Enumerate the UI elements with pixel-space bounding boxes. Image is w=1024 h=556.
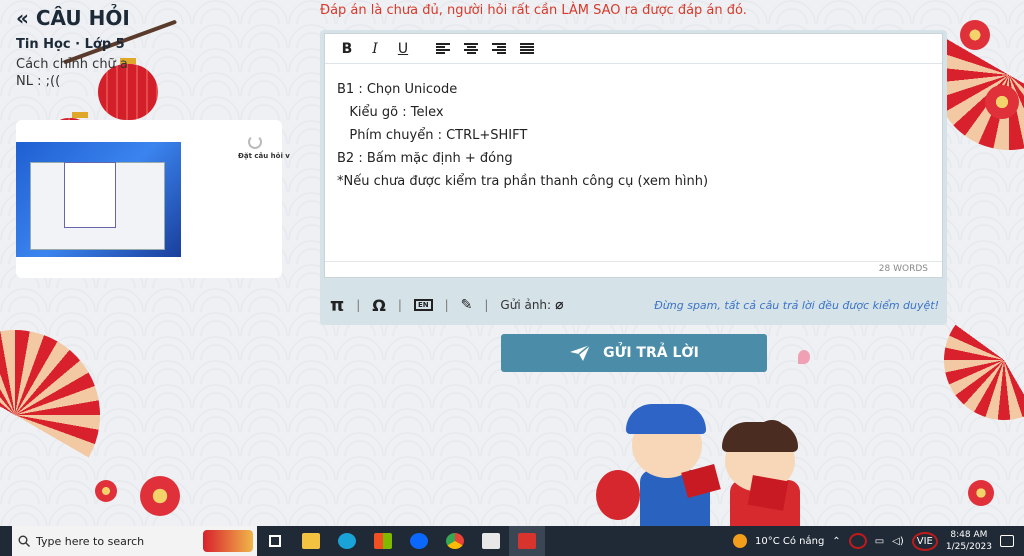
search-highlight-image [203, 530, 253, 552]
answer-notice: Đáp án là chưa đủ, người hỏi rất cần LÀM… [320, 3, 747, 18]
system-tray: 10°C Có nắng ⌃ ▭ ◁) VIE 8:48 AM 1/25/202… [732, 526, 1024, 556]
app-icon [482, 533, 500, 549]
send-image-label: Gửi ảnh: [500, 298, 552, 312]
weather-icon [732, 534, 747, 548]
store-icon [374, 533, 392, 549]
thumbnail-caption: Đặt câu hỏi v [238, 152, 290, 160]
date-label: 1/25/2023 [945, 542, 992, 552]
dropdown-list-image [64, 162, 116, 228]
screenshot-image [16, 142, 181, 257]
spam-note: Đừng spam, tất cả câu trả lời đều được k… [654, 298, 939, 312]
send-image-button[interactable]: Gửi ảnh: ⌀ [500, 297, 563, 313]
justify-button[interactable] [515, 37, 539, 61]
unikey-icon [518, 533, 536, 549]
time-label: 8:48 AM [950, 530, 988, 540]
flower-decoration [140, 476, 180, 516]
subject-label: Tin Học · Lớp 5 [16, 37, 125, 52]
flower-decoration [985, 85, 1019, 119]
paperclip-icon: ⌀ [555, 297, 564, 313]
justify-icon [520, 42, 534, 55]
unikey-tray-icon[interactable] [848, 533, 867, 549]
align-right-button[interactable] [487, 37, 511, 61]
italic-button[interactable]: I [363, 37, 387, 61]
notification-icon[interactable] [1000, 535, 1014, 547]
content-line: B1 : Chọn Unicode [337, 82, 458, 97]
align-center-icon [464, 42, 478, 55]
bold-button[interactable]: B [335, 37, 359, 61]
underline-button[interactable]: U [391, 37, 415, 61]
content-line: B2 : Bấm mặc định + đóng [337, 151, 513, 166]
flower-decoration [960, 20, 990, 50]
chrome-icon [446, 533, 464, 549]
editor-box: B I U B1 : Chọn Unicode Kiểu gõ : Telex … [324, 33, 943, 278]
question-line: NL : ;(( [16, 74, 61, 89]
taskbar-unikey[interactable] [509, 526, 545, 556]
taskbar-zalo[interactable] [401, 526, 437, 556]
submit-answer-button[interactable]: GỬI TRẢ LỜI [501, 334, 767, 372]
page-title[interactable]: « CÂU HỎI [16, 6, 130, 30]
loading-icon [248, 135, 262, 149]
draw-button[interactable]: ✎ [461, 297, 473, 313]
keyboard-icon: EN [413, 299, 433, 311]
attachment-thumbnail[interactable]: Đặt câu hỏi v [16, 120, 290, 278]
language-indicator[interactable]: VIE [911, 531, 938, 551]
question-text: Cách chỉnh chữ a NL : ;(( [16, 56, 128, 90]
flower-decoration [968, 480, 994, 506]
pi-symbol-button[interactable]: π [330, 295, 344, 316]
search-icon [18, 535, 30, 547]
question-line: Cách chỉnh chữ a [16, 57, 128, 72]
taskbar-app[interactable] [473, 526, 509, 556]
answer-text-area[interactable]: B1 : Chọn Unicode Kiểu gõ : Telex Phím c… [325, 64, 942, 207]
task-view-icon [269, 535, 281, 547]
start-button[interactable] [0, 526, 12, 556]
align-right-icon [492, 42, 506, 55]
keyboard-button[interactable]: EN [413, 299, 433, 311]
omega-symbol-button[interactable]: Ω [372, 296, 386, 315]
chevron-up-icon[interactable]: ⌃ [832, 536, 840, 547]
content-line: Phím chuyển : CTRL+SHIFT [337, 128, 528, 143]
taskbar-file-explorer[interactable] [293, 526, 329, 556]
search-placeholder: Type here to search [36, 534, 145, 548]
flower-decoration [95, 480, 117, 502]
send-icon [570, 344, 591, 361]
align-left-icon [436, 42, 450, 55]
edge-icon [338, 533, 356, 549]
content-line: *Nếu chưa được kiểm tra phần thanh công … [337, 174, 709, 189]
align-left-button[interactable] [431, 37, 455, 61]
taskbar-chrome[interactable] [437, 526, 473, 556]
formatting-toolbar: B I U [325, 34, 942, 64]
volume-icon[interactable]: ◁) [892, 536, 904, 547]
zalo-icon [410, 533, 428, 549]
network-icon[interactable]: ▭ [875, 536, 884, 547]
answer-editor: B I U B1 : Chọn Unicode Kiểu gõ : Telex … [320, 30, 947, 325]
thumbnail-page-preview [186, 132, 278, 252]
word-count: 28 WORDS [325, 261, 942, 277]
content-line: Kiểu gõ : Telex [337, 105, 444, 120]
insert-toolbar: π | Ω | EN | ✎ | Gửi ảnh: ⌀ Đừng spam, t… [330, 294, 939, 316]
taskbar-edge[interactable] [329, 526, 365, 556]
taskbar-search[interactable]: Type here to search [12, 526, 257, 556]
clock[interactable]: 8:48 AM 1/25/2023 [946, 529, 992, 553]
task-view-button[interactable] [257, 526, 293, 556]
submit-label: GỬI TRẢ LỜI [603, 345, 699, 361]
align-center-button[interactable] [459, 37, 483, 61]
folder-icon [302, 533, 320, 549]
windows-taskbar: Type here to search 10°C Có nắng ⌃ ▭ ◁) … [0, 526, 1024, 556]
taskbar-store[interactable] [365, 526, 401, 556]
weather-text[interactable]: 10°C Có nắng [755, 536, 824, 547]
draw-icon: ✎ [460, 297, 473, 313]
